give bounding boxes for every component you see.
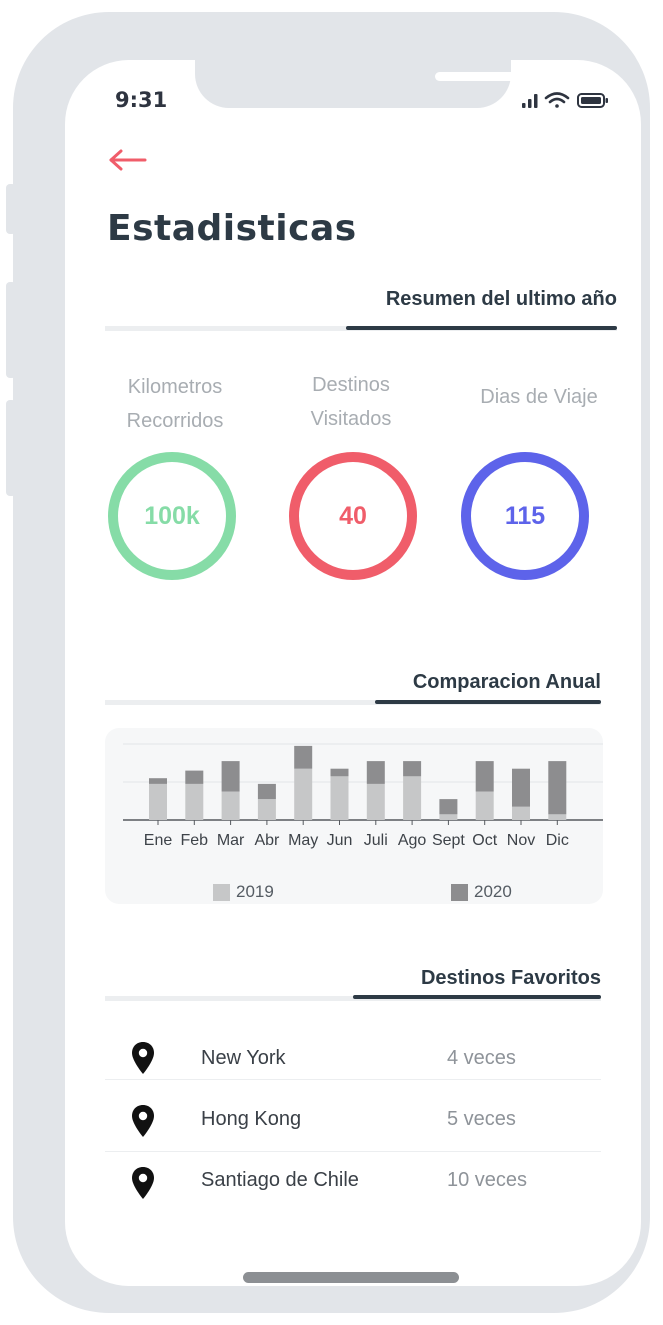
bar-2019-Ene — [149, 783, 167, 820]
x-tick-label: Feb — [181, 832, 209, 849]
stat-ring-travel-days: 115 — [461, 452, 589, 580]
favorite-name: New York — [201, 1047, 286, 1069]
x-tick-label: Nov — [507, 832, 535, 849]
favorite-row[interactable]: Hong Kong 5 veces — [105, 1089, 601, 1149]
status-icons — [522, 90, 612, 110]
x-tick-label: Abr — [254, 832, 280, 849]
favorite-row[interactable]: Santiago de Chile 10 veces — [105, 1150, 601, 1210]
stat-value-travel-days: 115 — [504, 501, 546, 530]
comparison-heading: Comparacion Anual — [412, 671, 601, 693]
front-camera — [549, 64, 571, 86]
bar-2019-Dic — [548, 814, 567, 820]
x-tick-label: Ago — [398, 832, 427, 849]
home-indicator[interactable] — [243, 1272, 459, 1283]
volume-up-button — [6, 282, 16, 378]
legend-label-2019: 2019 — [236, 882, 274, 901]
app-screen: 9:31 Estadisticas Resumen del ultimo año… — [65, 60, 641, 1286]
bar-2019-Feb — [185, 783, 204, 820]
location-pin-icon — [132, 1105, 154, 1137]
bar-2020-Mar — [221, 761, 240, 792]
x-tick-label: May — [288, 832, 318, 849]
bar-2019-May — [294, 768, 313, 820]
favorite-name: Santiago de Chile — [201, 1169, 359, 1191]
row-divider — [105, 1079, 601, 1080]
bar-2019-Ago — [403, 776, 422, 820]
favorite-count: 10 veces — [447, 1169, 528, 1191]
legend-item-2020: 2020 — [451, 882, 512, 902]
back-button[interactable] — [107, 148, 147, 172]
stat-label-travel-days: Dias de Viaje — [480, 386, 598, 408]
x-tick-label: Juli — [364, 832, 388, 849]
x-tick-label: Oct — [472, 832, 497, 849]
wifi-icon — [544, 92, 570, 108]
section-underline — [346, 326, 617, 330]
bar-2020-Feb — [185, 770, 204, 784]
speaker-grill — [435, 72, 531, 81]
stat-label-destinations: Destinos Visitados — [310, 374, 392, 430]
bar-2020-Sept — [439, 799, 458, 815]
stat-value-kilometers: 100k — [144, 501, 200, 530]
notch — [195, 60, 571, 108]
favorite-count: 5 veces — [447, 1108, 516, 1130]
x-tick-label: Sept — [432, 832, 465, 849]
status-time: 9:31 — [115, 88, 168, 112]
favorite-count: 4 veces — [447, 1047, 516, 1069]
favorite-name: Hong Kong — [201, 1108, 302, 1130]
battery-icon — [577, 93, 608, 108]
bar-2020-Abr — [257, 783, 276, 800]
bar-2020-May — [294, 745, 313, 769]
stat-label-kilometers: Kilometros Recorridos — [126, 376, 224, 432]
bar-2020-Ago — [403, 761, 422, 777]
volume-down-button — [6, 400, 16, 496]
signal-icon — [522, 94, 538, 108]
bar-2019-Jun — [330, 776, 349, 820]
page-title: Estadisticas — [107, 208, 357, 249]
phone-frame: 9:31 Estadisticas Resumen del ultimo año… — [6, 12, 650, 1313]
mute-switch — [6, 184, 16, 234]
bar-2019-Abr — [257, 799, 276, 820]
x-tick-label: Dic — [546, 832, 569, 849]
bar-2019-Mar — [221, 791, 240, 820]
section-underline — [353, 995, 601, 999]
legend-label-2020: 2020 — [474, 882, 512, 901]
favorites-heading: Destinos Favoritos — [420, 967, 601, 989]
stat-ring-kilometers: 100k — [108, 452, 236, 580]
bar-2020-Oct — [475, 761, 494, 792]
bar-2020-Juli — [366, 761, 385, 784]
annual-comparison-chart: Ene Feb Mar Abr May Jun Juli Ago Sept Oct Nov Dic — [123, 743, 603, 849]
bar-2020-Jun — [330, 768, 349, 777]
bar-2020-Dic — [548, 761, 567, 815]
x-tick-label: Ene — [144, 832, 173, 849]
bar-2020-Nov — [512, 768, 530, 807]
location-pin-icon — [132, 1042, 154, 1074]
stat-ring-destinations: 40 — [289, 452, 417, 580]
bar-2019-Sept — [439, 814, 458, 820]
bar-2019-Nov — [512, 806, 530, 820]
stat-value-destinations: 40 — [339, 501, 367, 530]
location-pin-icon — [132, 1167, 154, 1199]
section-underline — [375, 700, 601, 704]
legend-item-2019: 2019 — [213, 882, 274, 902]
bar-2019-Juli — [366, 783, 385, 820]
x-tick-label: Jun — [327, 832, 353, 849]
summary-heading: Resumen del ultimo año — [385, 288, 617, 310]
legend-swatch-2020 — [451, 883, 468, 901]
arrow-left-icon — [109, 149, 147, 171]
x-tick-label: Mar — [217, 832, 245, 849]
bar-2019-Oct — [475, 791, 494, 820]
bar-2020-Ene — [149, 778, 167, 784]
legend-swatch-2019 — [213, 883, 230, 901]
